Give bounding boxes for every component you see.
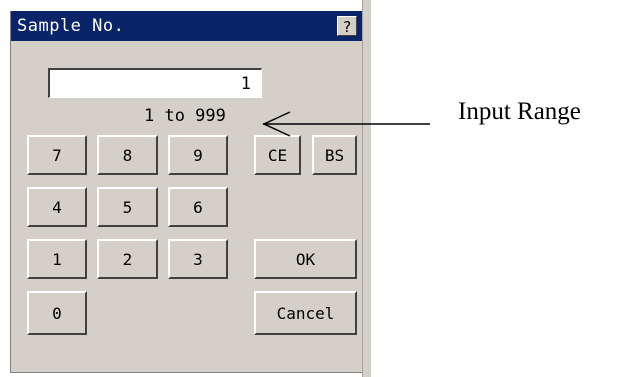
annotation-arrow — [262, 111, 430, 137]
annotation-label: Input Range — [458, 98, 581, 125]
